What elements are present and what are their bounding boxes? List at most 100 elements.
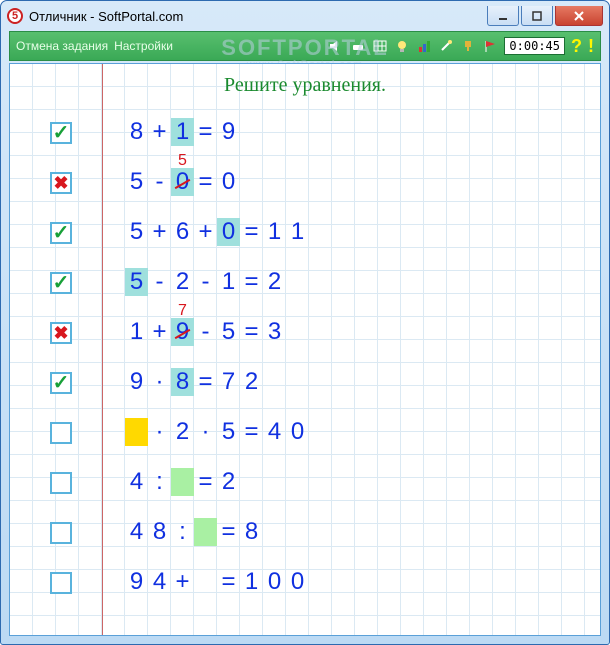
status-box[interactable] (50, 522, 72, 544)
menu-settings[interactable]: Настройки (114, 39, 173, 53)
eq-token: + (148, 218, 171, 246)
eq-token: + (194, 218, 217, 246)
attention-button[interactable]: ! (588, 38, 594, 54)
wand-icon[interactable] (438, 38, 454, 54)
answer-cell: 97 (171, 318, 194, 346)
status-box[interactable]: ✓ (50, 222, 72, 244)
status-box[interactable]: ✖ (50, 172, 72, 194)
eq-token: 1 (263, 218, 286, 246)
eq-token: 4 (125, 468, 148, 496)
titlebar: 5 Отличник - SoftPortal.com (1, 1, 609, 31)
eq-token: · (148, 418, 171, 446)
equation: 48: =8 (125, 518, 263, 546)
eq-token: 5 (217, 418, 240, 446)
eq-token: 0 (286, 418, 309, 446)
toolbar: Отмена задания Настройки 0:00:45 ? ! (9, 31, 601, 61)
eq-token: 9 (125, 368, 148, 396)
eq-token: = (240, 218, 263, 246)
eq-token: - (194, 318, 217, 346)
eq-token: - (148, 168, 171, 196)
eq-token: 4 (148, 568, 171, 596)
close-button[interactable] (555, 6, 603, 26)
equation: 5-2-1=2 (125, 268, 286, 296)
answer-cell: 5 (125, 268, 148, 296)
equation: ·2·5=40 (125, 418, 309, 446)
answer-cell: 0 (217, 218, 240, 246)
eq-token: 5 (125, 218, 148, 246)
eq-token: 8 (240, 518, 263, 546)
eq-token: : (171, 518, 194, 546)
eq-token: + (171, 568, 194, 596)
answer-cell: 05 (171, 168, 194, 196)
eq-token: 9 (217, 118, 240, 146)
eq-token: 6 (171, 218, 194, 246)
check-icon: ✓ (53, 373, 70, 393)
bulb-icon[interactable] (394, 38, 410, 54)
equation-row: ✖1+97-5=3 (10, 310, 600, 360)
eq-token: 2 (171, 418, 194, 446)
worksheet-heading: Решите уравнения. (10, 74, 600, 97)
eq-token: 8 (125, 118, 148, 146)
minimize-button[interactable] (487, 6, 519, 26)
eq-token: - (148, 268, 171, 296)
maximize-button[interactable] (521, 6, 553, 26)
eq-token: 4 (263, 418, 286, 446)
answer-cell[interactable] (194, 518, 217, 546)
eq-token: 9 (125, 568, 148, 596)
eq-token: 2 (171, 268, 194, 296)
equation: 8+1=9 (125, 118, 240, 146)
eq-token: = (217, 518, 240, 546)
eq-token: = (240, 268, 263, 296)
eraser-icon[interactable] (350, 38, 366, 54)
timer-display: 0:00:45 (504, 37, 565, 55)
eq-token: = (217, 568, 240, 596)
eq-token: 2 (217, 468, 240, 496)
app-icon: 5 (7, 8, 23, 24)
status-box[interactable]: ✓ (50, 122, 72, 144)
help-button[interactable]: ? (571, 38, 582, 54)
equation: 94+ =100 (125, 568, 309, 596)
equation-row: 48: =8 (10, 510, 600, 560)
window-controls (487, 6, 603, 26)
chart-icon[interactable] (416, 38, 432, 54)
eq-token: = (194, 368, 217, 396)
eq-token: : (148, 468, 171, 496)
eq-token: 2 (263, 268, 286, 296)
eq-token: 0 (263, 568, 286, 596)
flag-icon[interactable] (482, 38, 498, 54)
eq-token: + (148, 318, 171, 346)
menu-cancel-task[interactable]: Отмена задания (16, 39, 108, 53)
eq-token: · (194, 418, 217, 446)
sound-icon[interactable] (328, 38, 344, 54)
check-icon: ✓ (53, 223, 70, 243)
eq-token: · (148, 368, 171, 396)
eq-token: 8 (148, 518, 171, 546)
status-box[interactable] (50, 572, 72, 594)
cross-icon: ✖ (53, 174, 68, 192)
status-box[interactable]: ✓ (50, 372, 72, 394)
eq-token: 3 (263, 318, 286, 346)
correction-digit: 5 (171, 152, 194, 170)
answer-cell: 8 (171, 368, 194, 396)
answer-cell[interactable] (171, 468, 194, 496)
status-box[interactable] (50, 472, 72, 494)
eq-token: 0 (286, 568, 309, 596)
grid-icon[interactable] (372, 38, 388, 54)
answer-cell[interactable] (125, 418, 148, 446)
equation: 5+6+0=11 (125, 218, 309, 246)
eq-token: 5 (125, 168, 148, 196)
eq-token: 1 (125, 318, 148, 346)
status-box[interactable] (50, 422, 72, 444)
equation-row: ✖5-05=0 (10, 160, 600, 210)
status-box[interactable]: ✓ (50, 272, 72, 294)
eq-token: + (148, 118, 171, 146)
answer-cell[interactable] (194, 568, 217, 596)
equation-row: ·2·5=40 (10, 410, 600, 460)
eq-token: 1 (240, 568, 263, 596)
status-box[interactable]: ✖ (50, 322, 72, 344)
eq-token: = (194, 118, 217, 146)
trophy-icon[interactable] (460, 38, 476, 54)
eq-token: 1 (217, 268, 240, 296)
window-title: Отличник - SoftPortal.com (29, 9, 183, 24)
eq-token: 1 (286, 218, 309, 246)
